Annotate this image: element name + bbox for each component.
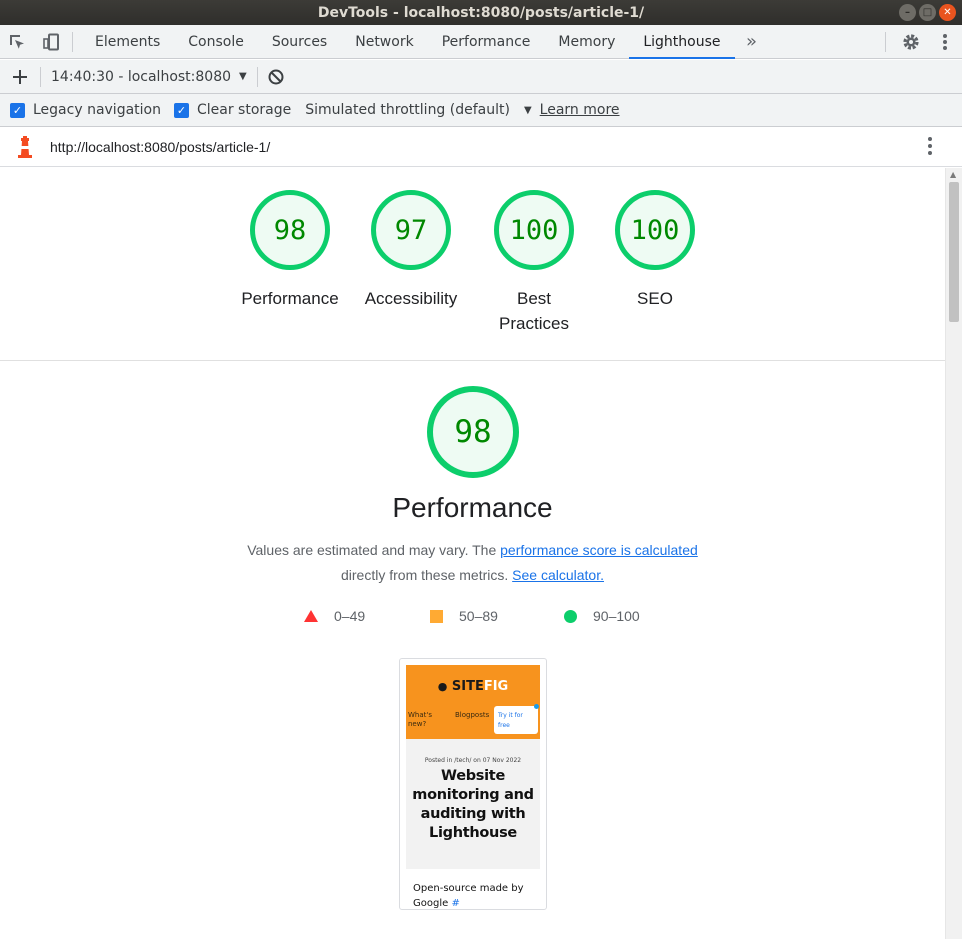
gear-icon[interactable] [894, 25, 928, 58]
legend-fail-label: 0–49 [334, 608, 366, 624]
score-ring: 100 [615, 190, 695, 270]
chevron-down-icon[interactable]: ▼ [239, 71, 247, 82]
devtools-tab-bar: Elements Console Sources Network Perform… [0, 25, 962, 59]
logo-text-fig: FIG [483, 679, 509, 694]
throttling-dropdown-icon[interactable]: ▼ [524, 105, 532, 116]
screenshot-hero: Posted in /tech/ on 07 Nov 2022 Website … [406, 739, 540, 869]
performance-title: Performance [392, 492, 553, 523]
clear-storage-checkbox[interactable]: ✓ Clear storage [173, 102, 292, 118]
lighthouse-icon [0, 135, 50, 158]
desc-text-2: directly from these metrics. [341, 567, 513, 583]
checkmark-icon: ✓ [173, 102, 189, 118]
scroll-up-icon[interactable]: ▲ [950, 170, 956, 179]
tab-sources[interactable]: Sources [258, 25, 341, 58]
maximize-button[interactable]: □ [919, 4, 936, 21]
performance-description: Values are estimated and may vary. The p… [0, 538, 945, 588]
gauge-performance[interactable]: 98 Performance [230, 190, 350, 311]
sitefig-logo-icon: ● [437, 680, 448, 693]
square-icon [430, 609, 443, 623]
tab-lighthouse[interactable]: Lighthouse [629, 25, 735, 59]
report-content: 98 Performance 97 Accessibility 100 Best… [0, 168, 945, 939]
minimize-button[interactable]: – [899, 4, 916, 21]
score-calculation-link[interactable]: performance score is calculated [500, 542, 698, 558]
window-title: DevTools - localhost:8080/posts/article-… [317, 4, 645, 21]
screenshot-posted: Posted in /tech/ on 07 Nov 2022 [424, 757, 522, 764]
screenshot-nav-whats-new: What's new? [408, 711, 432, 728]
score-ring: 98 [250, 190, 330, 270]
window-controls: – □ ✕ [899, 4, 956, 21]
kebab-menu-icon[interactable] [928, 25, 962, 58]
screenshot-dot [534, 704, 539, 709]
screenshot-footer-hash: # [451, 898, 460, 909]
screenshot-header: ● SITEFIG What's new? Blogposts Try it f… [406, 665, 540, 739]
learn-more-link[interactable]: Learn more [540, 102, 620, 118]
clear-storage-label: Clear storage [196, 102, 292, 118]
gauge-label: Performance [241, 289, 339, 308]
tab-network[interactable]: Network [341, 25, 427, 58]
screenshot-try-button: Try it for free [494, 706, 538, 734]
report-url-bar: http://localhost:8080/posts/article-1/ [0, 127, 962, 167]
tab-separator-right [885, 31, 886, 52]
gauge-label: Accessibility [364, 289, 458, 308]
legacy-navigation-label: Legacy navigation [33, 102, 161, 118]
scrollbar-thumb[interactable] [949, 182, 959, 322]
lighthouse-options: ✓ Legacy navigation ✓ Clear storage Simu… [0, 94, 962, 127]
add-report-icon[interactable] [0, 69, 40, 84]
gauge-label: Best Practices [499, 289, 569, 333]
see-calculator-link[interactable]: See calculator. [512, 567, 604, 583]
clear-reports-icon[interactable] [268, 69, 284, 85]
throttling-label: Simulated throttling (default) [305, 102, 510, 118]
sitefig-logo: ● SITEFIG [406, 679, 540, 694]
report-selector[interactable]: 14:40:30 - localhost:8080 [51, 69, 231, 85]
legend-fail: 0–49 [304, 608, 365, 624]
screenshot-footer-text: Open-source made by Google [413, 883, 524, 909]
tab-separator [72, 31, 73, 52]
more-tabs-icon[interactable]: » [735, 25, 769, 58]
report-url: http://localhost:8080/posts/article-1/ [50, 138, 271, 155]
legend-average: 50–89 [430, 608, 498, 624]
device-toolbar-icon[interactable] [34, 25, 68, 58]
tab-memory[interactable]: Memory [544, 25, 629, 58]
final-screenshot[interactable]: ● SITEFIG What's new? Blogposts Try it f… [399, 658, 547, 910]
inspect-element-icon[interactable] [0, 25, 34, 58]
gauge-seo[interactable]: 100 SEO [605, 190, 705, 311]
legend-average-label: 50–89 [459, 608, 498, 624]
tab-performance[interactable]: Performance [428, 25, 545, 58]
lighthouse-toolbar: 14:40:30 - localhost:8080 ▼ [0, 60, 962, 94]
report-menu-icon[interactable] [928, 137, 932, 158]
gauge-accessibility[interactable]: 97 Accessibility [351, 190, 471, 311]
close-button[interactable]: ✕ [939, 4, 956, 21]
desc-text-1: Values are estimated and may vary. The [247, 542, 501, 558]
score-ring: 100 [494, 190, 574, 270]
gauge-best-practices[interactable]: 100 Best Practices [484, 190, 584, 336]
toolbar-separator [40, 66, 41, 87]
triangle-icon [304, 610, 318, 622]
window-title-bar: DevTools - localhost:8080/posts/article-… [0, 0, 962, 25]
performance-score-gauge: 98 [427, 386, 519, 478]
legend-pass: 90–100 [564, 608, 640, 624]
legacy-navigation-checkbox[interactable]: ✓ Legacy navigation [10, 102, 161, 118]
checkmark-icon: ✓ [10, 102, 25, 118]
screenshot-headline: Website monitoring and auditing with Lig… [412, 768, 534, 841]
section-divider [0, 360, 945, 361]
vertical-scrollbar[interactable]: ▲ [945, 168, 962, 939]
logo-text-site: SITE [451, 679, 484, 694]
screenshot-nav-blogposts: Blogposts [455, 711, 490, 719]
circle-icon [564, 609, 577, 623]
gauge-label: SEO [637, 289, 673, 308]
legend-pass-label: 90–100 [593, 608, 640, 624]
score-ring: 97 [371, 190, 451, 270]
tab-elements[interactable]: Elements [81, 25, 174, 58]
screenshot-footer: Open-source made by Google # [413, 881, 538, 909]
toolbar-separator-2 [256, 66, 258, 87]
tab-console[interactable]: Console [174, 25, 258, 58]
